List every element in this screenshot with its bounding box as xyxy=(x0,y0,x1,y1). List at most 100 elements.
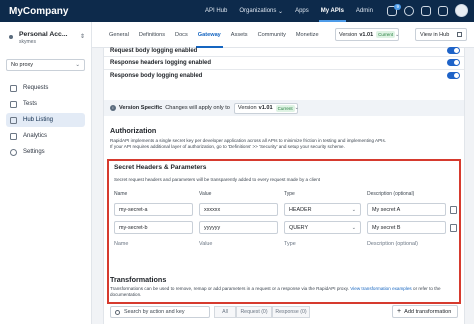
proxy-select[interactable]: No proxy ⌄ xyxy=(6,59,85,71)
analytics-icon xyxy=(10,132,17,140)
nav-organizations[interactable]: Organizations ⌄ xyxy=(233,0,289,22)
transformation-search-input[interactable]: Search by action and key xyxy=(110,306,210,318)
chevron-updown-icon: ⇕ xyxy=(79,34,85,40)
trash-icon[interactable] xyxy=(450,206,457,214)
status-badge: Current xyxy=(275,104,295,112)
new-secret-value-input[interactable]: Value xyxy=(199,241,212,247)
version-prefix: Version xyxy=(339,31,358,38)
new-secret-name-input[interactable]: Name xyxy=(114,241,128,247)
add-transformation-label: Add transformation xyxy=(404,308,452,315)
account-user: skymes xyxy=(19,39,36,45)
column-header-description: Description (optional) xyxy=(367,191,415,197)
info-icon: i xyxy=(110,105,116,111)
filter-response[interactable]: Response (0) xyxy=(272,306,310,318)
request-body-logging-toggle[interactable] xyxy=(447,47,460,54)
nav-admin[interactable]: Admin xyxy=(350,0,379,22)
new-secret-description-input[interactable]: Description (optional) xyxy=(367,241,418,247)
version-prefix: Version xyxy=(237,105,257,111)
trash-icon[interactable] xyxy=(450,224,457,232)
chevron-down-icon: ⌄ xyxy=(395,31,400,38)
response-body-logging-toggle[interactable] xyxy=(447,72,460,79)
nav-apps[interactable]: Apps xyxy=(289,0,315,22)
secret-value-input[interactable]: yyyyyy xyxy=(199,221,278,234)
transformation-examples-link[interactable]: View transformation examples xyxy=(350,286,411,291)
version-specific-label: Version Specific xyxy=(119,105,163,111)
proxy-value: No proxy xyxy=(11,62,34,68)
requests-icon xyxy=(10,84,17,92)
nav-organizations-label: Organizations xyxy=(239,8,277,14)
secret-value-input[interactable]: xxxxxx xyxy=(199,203,278,216)
sidebar: Personal Acc... skymes ⇕ No proxy ⌄ Requ… xyxy=(0,22,92,324)
version-value: v1.01 xyxy=(359,31,374,38)
chevron-down-icon: ⌄ xyxy=(75,62,80,68)
chevron-down-icon: ⌄ xyxy=(276,8,284,15)
toggle-label: Request body logging enabled xyxy=(110,47,198,54)
new-secret-type-select[interactable]: Type xyxy=(284,241,296,247)
sidebar-item-settings[interactable]: Settings xyxy=(6,145,85,159)
sidebar-item-hub-listing[interactable]: Hub Listing xyxy=(6,113,85,127)
filter-request[interactable]: Request (0) xyxy=(236,306,272,318)
secret-description-input[interactable]: My secret B xyxy=(367,221,446,234)
transformations-line-1-end: or refer to the xyxy=(413,286,441,291)
secret-type-select[interactable]: QUERY ⌄ xyxy=(284,221,361,234)
nav-api-hub[interactable]: API Hub xyxy=(199,0,233,22)
secret-type-value: QUERY xyxy=(289,224,309,231)
secret-headers-description: Secret request headers and parameters wi… xyxy=(114,177,321,182)
bell-icon[interactable]: 9 xyxy=(387,3,401,16)
authorization-description: RapidAPI implements a single secret key … xyxy=(110,138,455,150)
chevron-down-icon: ⌄ xyxy=(294,105,299,111)
transformations-line-2: documentation. xyxy=(110,292,142,297)
secret-type-select[interactable]: HEADER ⌄ xyxy=(284,203,361,216)
sidebar-item-analytics[interactable]: Analytics xyxy=(6,129,85,143)
response-headers-logging-toggle[interactable] xyxy=(447,59,460,66)
sidebar-item-label: Hub Listing xyxy=(23,117,54,123)
search-icon xyxy=(115,309,120,315)
mail-icon[interactable] xyxy=(438,5,448,16)
column-header-name: Name xyxy=(114,191,128,197)
secret-name-input[interactable]: my-secret-b xyxy=(114,221,193,234)
status-badge: Current xyxy=(376,31,396,38)
top-nav-links: API Hub Organizations ⌄ Apps My APIs Adm… xyxy=(199,0,379,22)
version-select[interactable]: Version v1.01 Current ⌄ xyxy=(335,28,399,41)
view-in-hub-button[interactable]: View in Hub xyxy=(415,28,467,41)
toggle-label: Response headers logging enabled xyxy=(110,59,212,66)
version-specific-bar: i Version Specific Changes will apply on… xyxy=(104,100,464,116)
sidebar-item-label: Settings xyxy=(23,149,45,155)
chat-icon[interactable] xyxy=(421,5,431,16)
brand-logo[interactable]: MyCompany xyxy=(9,6,199,17)
version-value: v1.01 xyxy=(258,105,273,111)
secret-name-input[interactable]: my-secret-a xyxy=(114,203,193,216)
secret-type-value: HEADER xyxy=(289,206,312,213)
sidebar-menu: Requests Tests Hub Listing Analytics Set… xyxy=(0,81,91,159)
add-transformation-button[interactable]: + Add transformation xyxy=(392,305,458,318)
transformations-title: Transformations xyxy=(110,275,167,284)
top-icons: 9 xyxy=(387,3,468,17)
sidebar-item-label: Requests xyxy=(23,85,49,91)
toggle-row-response-headers: Response headers logging enabled xyxy=(110,57,460,68)
version-specific-select[interactable]: Version v1.01 Current ⌄ xyxy=(233,102,299,114)
sidebar-item-tests[interactable]: Tests xyxy=(6,97,85,111)
filter-all[interactable]: All xyxy=(214,306,236,318)
hub-listing-icon xyxy=(10,116,17,124)
secret-description-input[interactable]: My secret A xyxy=(367,203,446,216)
toggle-row-request-body: Request body logging enabled xyxy=(110,45,460,56)
chevron-down-icon: ⌄ xyxy=(351,206,356,213)
gear-icon xyxy=(10,148,17,156)
toggle-row-response-body: Response body logging enabled xyxy=(110,70,460,81)
sidebar-item-label: Tests xyxy=(23,101,38,107)
top-navigation-bar: MyCompany API Hub Organizations ⌄ Apps M… xyxy=(0,0,474,22)
nav-my-apis[interactable]: My APIs xyxy=(315,0,350,22)
external-link-icon xyxy=(457,32,462,37)
gateway-settings-card: Request body logging enabled Response he… xyxy=(103,45,465,324)
help-icon[interactable] xyxy=(404,5,414,16)
notification-badge: 9 xyxy=(394,3,401,10)
user-avatar[interactable] xyxy=(455,4,468,17)
authorization-line-2: If your API requires additional layer of… xyxy=(110,144,345,149)
account-switcher[interactable]: Personal Acc... skymes ⇕ xyxy=(0,22,91,45)
account-name: Personal Acc... xyxy=(19,31,68,38)
plus-icon: + xyxy=(397,308,402,315)
transformations-description: Transformations can be used to remove, r… xyxy=(110,286,455,298)
version-specific-text: Changes will apply only to xyxy=(165,105,230,111)
sidebar-item-requests[interactable]: Requests xyxy=(6,81,85,95)
search-placeholder: Search by action and key xyxy=(124,309,185,315)
